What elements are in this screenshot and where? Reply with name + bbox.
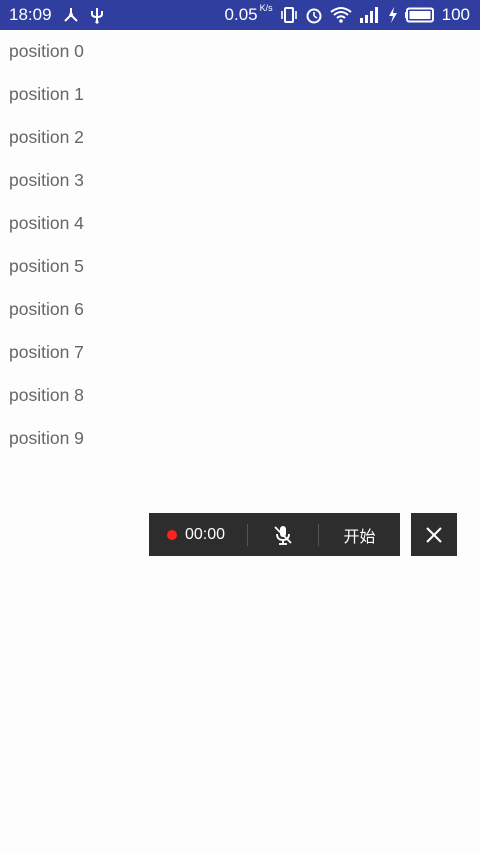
list-item-5[interactable]: position 5	[0, 245, 480, 288]
list-item-1[interactable]: position 1	[0, 73, 480, 116]
vibrate-icon	[280, 6, 298, 24]
list-item-4[interactable]: position 4	[0, 202, 480, 245]
status-bar: 18:09 0.05 K/s 100	[0, 0, 480, 30]
list-item-7[interactable]: position 7	[0, 331, 480, 374]
usb-icon	[90, 6, 104, 24]
battery-level: 100	[441, 5, 470, 24]
list-item-2[interactable]: position 2	[0, 116, 480, 159]
close-icon	[426, 526, 442, 543]
battery-icon	[404, 7, 435, 23]
share-hub-icon	[62, 6, 80, 24]
position-list: position 0 position 1 position 2 positio…	[0, 30, 480, 460]
net-speed-unit: K/s	[259, 3, 273, 13]
alarm-icon	[305, 6, 323, 24]
status-bar-left: 18:09	[0, 5, 104, 25]
list-item-0[interactable]: position 0	[0, 30, 480, 73]
signal-icon	[359, 6, 381, 24]
status-bar-right: 0.05 K/s 100	[224, 3, 480, 25]
net-speed-value: 0.05	[224, 5, 258, 24]
record-timer: 00:00	[185, 525, 226, 543]
record-dot-icon	[167, 529, 177, 540]
recorder-toolbar: 00:00 开始	[149, 513, 400, 556]
close-button[interactable]	[411, 513, 457, 556]
charging-icon	[388, 6, 398, 24]
mic-muted-icon[interactable]	[248, 524, 318, 546]
list-item-6[interactable]: position 6	[0, 288, 480, 331]
list-item-8[interactable]: position 8	[0, 374, 480, 417]
clock: 18:09	[9, 5, 52, 24]
wifi-icon	[330, 6, 352, 24]
start-button[interactable]: 开始	[319, 523, 400, 547]
net-speed: 0.05 K/s	[224, 3, 273, 25]
list-item-9[interactable]: position 9	[0, 417, 480, 460]
list-item-3[interactable]: position 3	[0, 159, 480, 202]
